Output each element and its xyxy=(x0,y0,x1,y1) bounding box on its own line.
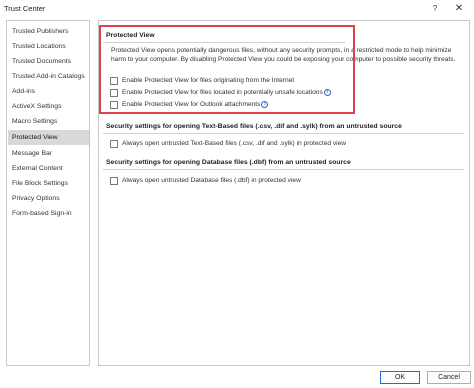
ok-button[interactable]: OK xyxy=(380,371,420,384)
sidebar-item-trusted-documents[interactable]: Trusted Documents xyxy=(8,54,89,69)
database-header: Security settings for opening Database f… xyxy=(103,157,464,170)
sidebar-item-trusted-locations[interactable]: Trusted Locations xyxy=(8,39,89,54)
sidebar-item-macro-settings[interactable]: Macro Settings xyxy=(8,114,89,129)
text-based-header: Security settings for opening Text-Based… xyxy=(103,121,464,134)
sidebar-item-external-content[interactable]: External Content xyxy=(8,161,89,176)
sidebar-item-trusted-publishers[interactable]: Trusted Publishers xyxy=(8,24,89,39)
window-title: Trust Center xyxy=(4,4,46,13)
sidebar-item-privacy-options[interactable]: Privacy Options xyxy=(8,191,89,206)
sidebar-item-trusted-add-in-catalogs[interactable]: Trusted Add-in Catalogs xyxy=(8,69,89,84)
sidebar-item-form-based-sign-in[interactable]: Form-based Sign-in xyxy=(8,206,89,221)
cancel-button[interactable]: Cancel xyxy=(427,371,471,384)
sidebar-item-file-block-settings[interactable]: File Block Settings xyxy=(8,176,89,191)
text-based-header-label: Security settings for opening Text-Based… xyxy=(106,123,402,130)
database-header-label: Security settings for opening Database f… xyxy=(106,159,351,166)
close-button[interactable]: ✕ xyxy=(452,2,466,15)
sidebar-item-message-bar[interactable]: Message Bar xyxy=(8,146,89,161)
sidebar-item-add-ins[interactable]: Add-ins xyxy=(8,84,89,99)
section-divider xyxy=(103,169,464,170)
text-based-files-label[interactable]: Always open untrusted Text-Based files (… xyxy=(122,139,346,149)
sidebar: Trusted Publishers Trusted Locations Tru… xyxy=(6,20,90,366)
database-files-label[interactable]: Always open untrusted Database files (.d… xyxy=(122,176,301,186)
highlight-box xyxy=(99,25,355,114)
text-based-files-checkbox[interactable] xyxy=(110,140,118,148)
title-bar: Trust Center ? ✕ xyxy=(0,0,474,17)
section-divider xyxy=(103,133,464,134)
sidebar-item-protected-view[interactable]: Protected View xyxy=(8,130,89,145)
sidebar-item-activex-settings[interactable]: ActiveX Settings xyxy=(8,99,89,114)
help-button[interactable]: ? xyxy=(428,2,442,15)
database-files-checkbox[interactable] xyxy=(110,177,118,185)
